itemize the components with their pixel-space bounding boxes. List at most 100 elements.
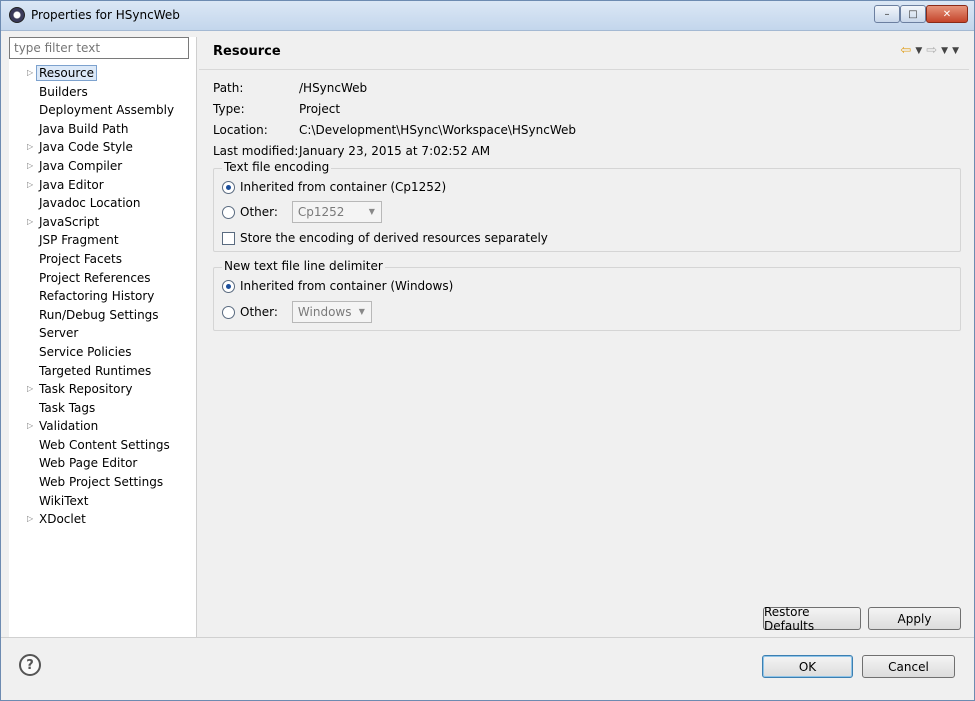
encoding-other-radio[interactable] (222, 205, 235, 219)
window-title: Properties for HSyncWeb (31, 8, 180, 22)
sidebar-item-label: JavaScript (39, 214, 100, 229)
expand-arrow-icon[interactable]: ▷ (27, 138, 33, 157)
title-bar[interactable]: Properties for HSyncWeb – □ ✕ (1, 1, 974, 31)
sidebar-item[interactable]: Web Content Settings (9, 436, 197, 455)
location-value: C:\Development\HSync\Workspace\HSyncWeb (299, 123, 577, 137)
sidebar-item[interactable]: Run/Debug Settings (9, 306, 197, 325)
chevron-down-icon: ▼ (358, 307, 365, 316)
sidebar-item-label: Web Content Settings (39, 437, 170, 452)
sidebar-item-label: Deployment Assembly (39, 103, 175, 118)
sidebar-item-label: Java Editor (39, 177, 104, 192)
delimiter-other-value: Windows (297, 305, 352, 319)
modified-label: Last modified: (213, 144, 299, 158)
sidebar-item-label: Targeted Runtimes (39, 363, 152, 378)
expand-arrow-icon[interactable]: ▷ (27, 64, 33, 83)
line-delimiter-group: New text file line delimiter Inherited f… (213, 259, 961, 331)
expand-arrow-icon[interactable]: ▷ (27, 380, 33, 399)
type-value: Project (299, 102, 341, 116)
sidebar-item[interactable]: Task Tags (9, 399, 197, 418)
sidebar-item[interactable]: Service Policies (9, 343, 197, 362)
sidebar-item[interactable]: Web Project Settings (9, 473, 197, 492)
sidebar-item[interactable]: ▷ JavaScript (9, 213, 197, 232)
encoding-inherited-label: Inherited from container (Cp1252) (240, 180, 447, 194)
line-delimiter-label: New text file line delimiter (222, 259, 385, 273)
sidebar-item[interactable]: Server (9, 324, 197, 343)
eclipse-app-icon (9, 7, 25, 23)
sidebar-item[interactable]: Deployment Assembly (9, 101, 197, 120)
expand-arrow-icon[interactable]: ▷ (27, 157, 33, 176)
sidebar-item[interactable]: Javadoc Location (9, 194, 197, 213)
type-label: Type: (213, 102, 245, 116)
encoding-other-option[interactable]: Other: Cp1252 ▼ (222, 201, 382, 223)
sidebar-item[interactable]: ▷ Resource (9, 64, 197, 83)
cancel-button[interactable]: Cancel (862, 655, 955, 678)
page-header: Resource ⇦ ▼ ⇨ ▼ ▼ (199, 37, 969, 70)
store-encoding-option[interactable]: Store the encoding of derived resources … (222, 228, 548, 248)
encoding-inherited-option[interactable]: Inherited from container (Cp1252) (222, 177, 446, 197)
sidebar-item[interactable]: ▷ Validation (9, 417, 197, 436)
sidebar-item-label: Builders (39, 84, 88, 99)
encoding-inherited-radio[interactable] (222, 180, 235, 194)
text-file-encoding-group: Text file encoding Inherited from contai… (213, 160, 961, 252)
forward-arrow-icon[interactable]: ⇨ (926, 43, 937, 58)
delimiter-other-label: Other: (240, 305, 278, 319)
expand-arrow-icon[interactable]: ▷ (27, 510, 33, 529)
view-menu-icon[interactable]: ▼ (952, 46, 959, 58)
ok-button[interactable]: OK (762, 655, 853, 678)
text-file-encoding-label: Text file encoding (222, 160, 332, 174)
expand-arrow-icon[interactable]: ▷ (27, 213, 33, 232)
sidebar-item[interactable]: WikiText (9, 492, 197, 511)
delimiter-other-radio[interactable] (222, 305, 235, 319)
sidebar-item-label: Javadoc Location (39, 196, 141, 211)
delimiter-inherited-radio[interactable] (222, 279, 235, 293)
filter-input[interactable] (9, 37, 189, 59)
back-dropdown-icon[interactable]: ▼ (915, 46, 922, 58)
delimiter-inherited-label: Inherited from container (Windows) (240, 279, 454, 293)
close-button[interactable]: ✕ (926, 5, 968, 23)
delimiter-other-option[interactable]: Other: Windows ▼ (222, 301, 372, 323)
sidebar-item[interactable]: JSP Fragment (9, 231, 197, 250)
modified-value: January 23, 2015 at 7:02:52 AM (299, 144, 491, 158)
sidebar-item[interactable]: Java Build Path (9, 120, 197, 139)
apply-button[interactable]: Apply (868, 607, 961, 630)
path-value: /HSyncWeb (299, 81, 368, 95)
footer-separator (1, 637, 974, 638)
sidebar-item[interactable]: ▷ Task Repository (9, 380, 197, 399)
delimiter-inherited-option[interactable]: Inherited from container (Windows) (222, 276, 453, 296)
encoding-other-label: Other: (240, 205, 278, 219)
chevron-down-icon: ▼ (368, 207, 375, 216)
store-encoding-checkbox[interactable] (222, 231, 235, 245)
sidebar-item[interactable]: Web Page Editor (9, 454, 197, 473)
sidebar-item-label: Validation (39, 419, 99, 434)
path-row: Path: /HSyncWeb (213, 78, 576, 99)
sidebar-item-label: Java Code Style (39, 140, 133, 155)
resource-page: Resource ⇦ ▼ ⇨ ▼ ▼ Path:/HSyncWeb Type: P… (199, 37, 969, 637)
sidebar-item[interactable]: Project References (9, 269, 197, 288)
sidebar-item[interactable]: Project Facets (9, 250, 197, 269)
maximize-button[interactable]: □ (900, 5, 926, 23)
forward-dropdown-icon[interactable]: ▼ (941, 46, 948, 58)
minimize-button[interactable]: – (874, 5, 900, 23)
delimiter-other-combo[interactable]: Windows ▼ (291, 301, 372, 323)
sidebar-item-label: Task Repository (39, 382, 133, 397)
sidebar-item[interactable]: Targeted Runtimes (9, 362, 197, 381)
expand-arrow-icon[interactable]: ▷ (27, 417, 33, 436)
sidebar-item-label: Run/Debug Settings (39, 307, 159, 322)
help-icon[interactable]: ? (19, 654, 41, 676)
encoding-other-value: Cp1252 (297, 205, 345, 219)
sidebar-item[interactable]: ▷ Java Compiler (9, 157, 197, 176)
sidebar-item-label: Java Compiler (39, 158, 123, 173)
sidebar-item[interactable]: ▷ XDoclet (9, 510, 197, 529)
sidebar-item[interactable]: ▷ Java Code Style (9, 138, 197, 157)
properties-dialog: Properties for HSyncWeb – □ ✕ ▷ResourceB… (0, 0, 975, 701)
sidebar-item[interactable]: ▷ Java Editor (9, 176, 197, 195)
sidebar-item[interactable]: Refactoring History (9, 287, 197, 306)
back-arrow-icon[interactable]: ⇦ (900, 43, 911, 58)
resource-info: Path: /HSyncWeb Type: Project Location: C:\… (213, 78, 576, 162)
sidebar-item-label: Task Tags (39, 400, 96, 415)
restore-defaults-button[interactable]: Restore Defaults (763, 605, 861, 633)
location-label: Location: (213, 123, 268, 137)
encoding-other-combo[interactable]: Cp1252 ▼ (291, 201, 382, 223)
expand-arrow-icon[interactable]: ▷ (27, 176, 33, 195)
sidebar-item[interactable]: Builders (9, 83, 197, 102)
